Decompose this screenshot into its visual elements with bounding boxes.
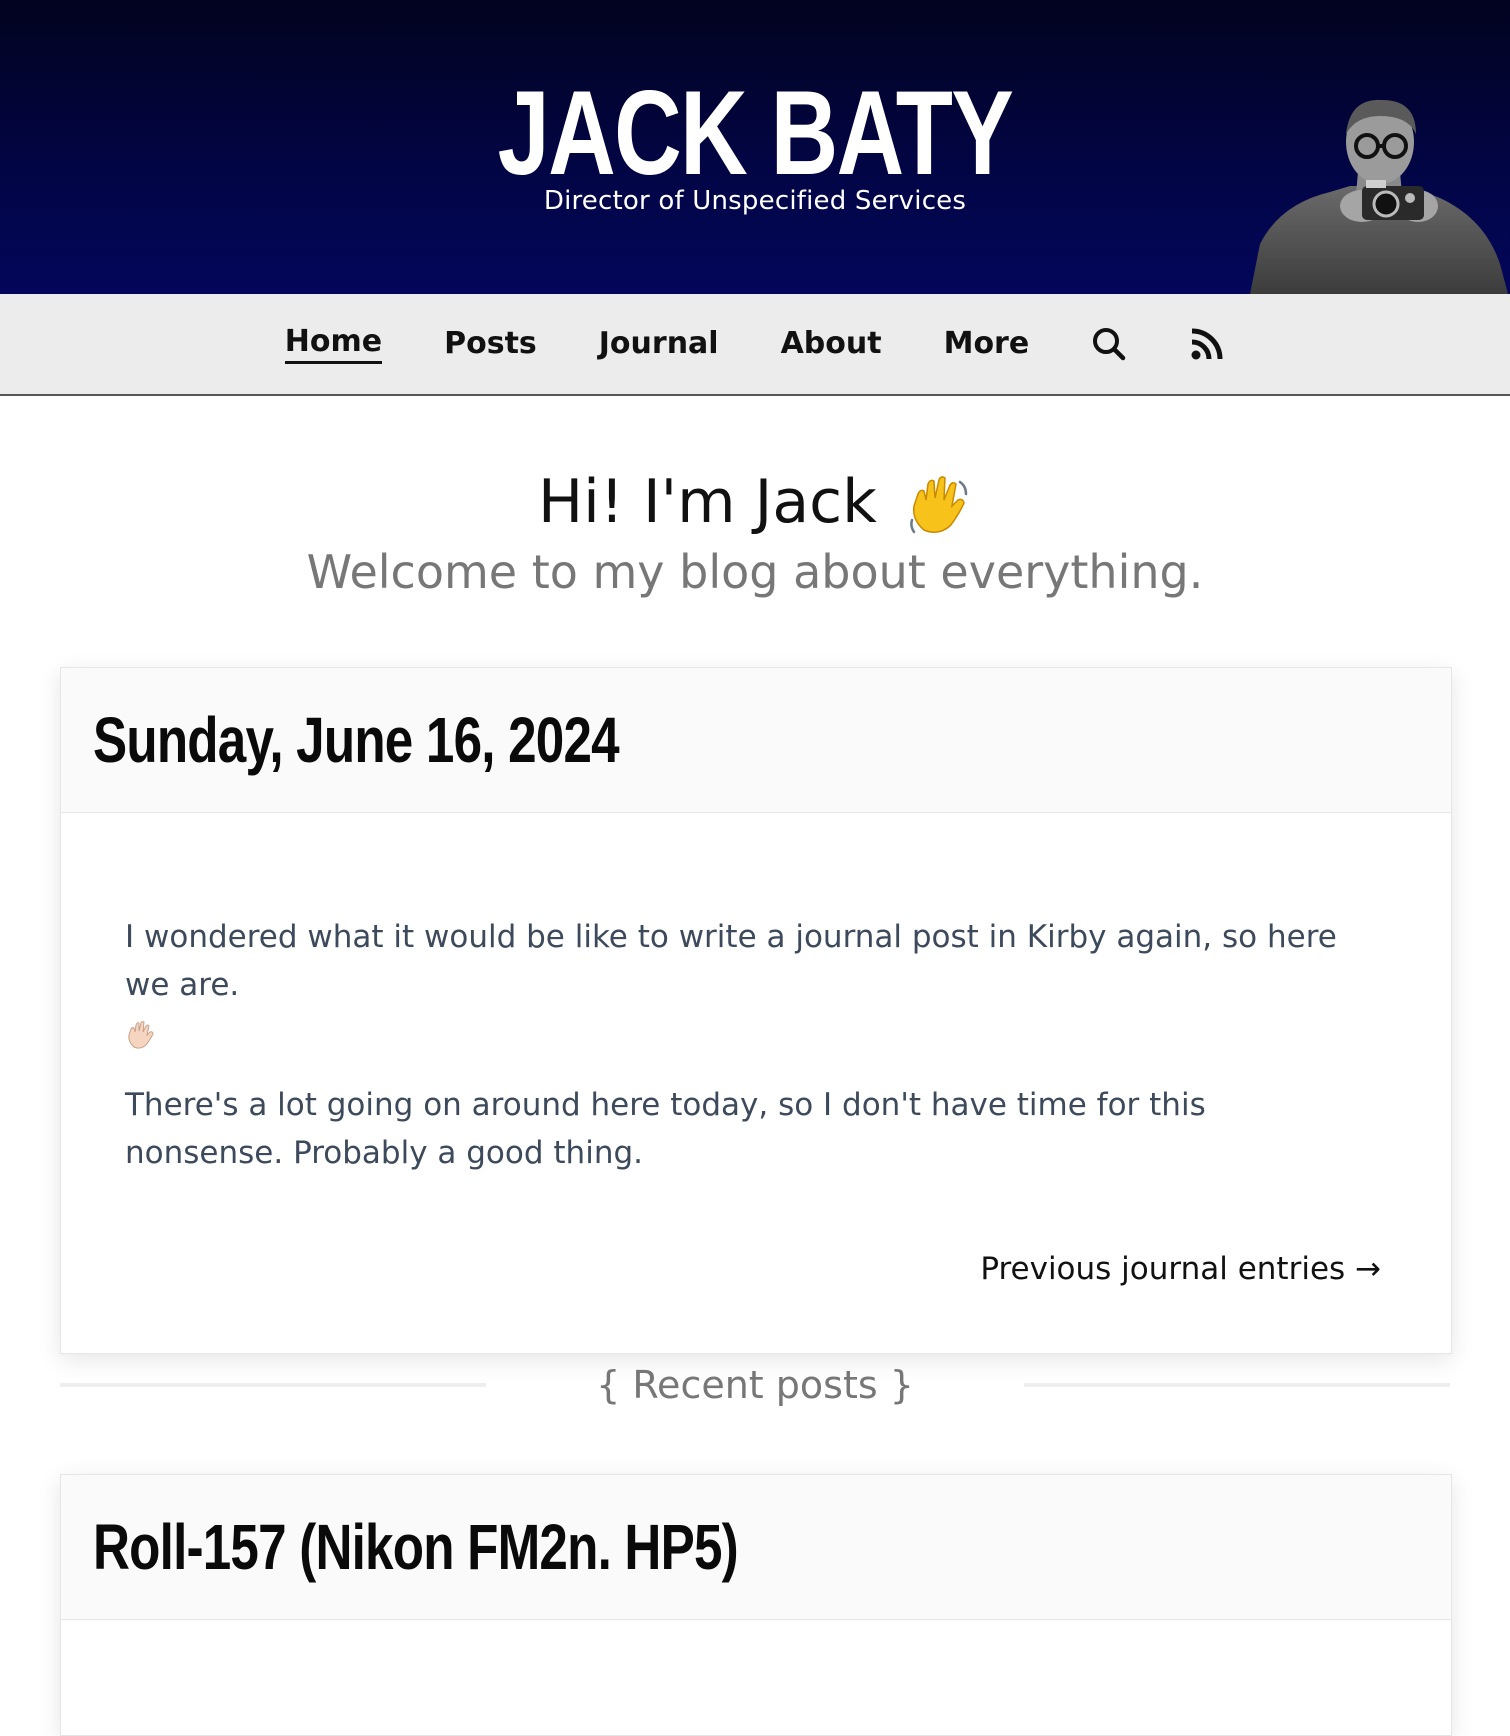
journal-paragraph-1-text: I wondered what it would be like to writ… bbox=[125, 919, 1337, 1003]
hero: Hi! I'm Jack Welcome to my blog about ev… bbox=[0, 396, 1510, 602]
journal-date[interactable]: Sunday, June 16, 2024 bbox=[93, 703, 620, 777]
rss-icon[interactable] bbox=[1189, 326, 1225, 362]
hero-subtitle: Welcome to my blog about everything. bbox=[306, 545, 1204, 600]
nav-list: Home Posts Journal About More bbox=[0, 294, 1510, 394]
recent-posts-heading: { Recent posts } bbox=[596, 1363, 914, 1407]
search-icon[interactable] bbox=[1091, 326, 1127, 362]
post-card: Roll-157 (Nikon FM2n. HP5) bbox=[60, 1474, 1452, 1736]
main-nav: Home Posts Journal About More bbox=[0, 294, 1510, 396]
author-photo bbox=[1250, 99, 1508, 294]
journal-paragraph-1: I wondered what it would be like to writ… bbox=[125, 913, 1357, 1057]
site-title[interactable]: JACK BATY bbox=[498, 73, 1014, 193]
nav-item-about[interactable]: About bbox=[781, 326, 882, 363]
recent-posts-divider: { Recent posts } bbox=[60, 1360, 1451, 1410]
nav-item-home[interactable]: Home bbox=[284, 324, 383, 364]
journal-card-header: Sunday, June 16, 2024 bbox=[61, 668, 1451, 813]
site-header: JACK BATY Director of Unspecified Servic… bbox=[0, 0, 1510, 294]
journal-card-body: I wondered what it would be like to writ… bbox=[61, 813, 1451, 1353]
nav-item-more[interactable]: More bbox=[944, 326, 1030, 363]
journal-paragraph-2: There's a lot going on around here today… bbox=[125, 1087, 1206, 1171]
previous-journal-link[interactable]: Previous journal entries → bbox=[125, 1245, 1381, 1293]
waving-hand-light-icon bbox=[128, 1020, 154, 1049]
journal-card: Sunday, June 16, 2024 I wondered what it… bbox=[60, 667, 1452, 1354]
waving-hand-icon bbox=[910, 476, 968, 534]
post-card-header: Roll-157 (Nikon FM2n. HP5) bbox=[61, 1475, 1451, 1620]
divider-line-right bbox=[1023, 1383, 1451, 1387]
divider-line-left bbox=[60, 1383, 487, 1387]
nav-item-posts[interactable]: Posts bbox=[444, 326, 537, 363]
nav-item-journal[interactable]: Journal bbox=[599, 326, 719, 363]
hero-title: Hi! I'm Jack bbox=[0, 466, 1510, 538]
hero-greeting: Hi! I'm Jack bbox=[538, 467, 877, 537]
post-title[interactable]: Roll-157 (Nikon FM2n. HP5) bbox=[93, 1510, 739, 1584]
